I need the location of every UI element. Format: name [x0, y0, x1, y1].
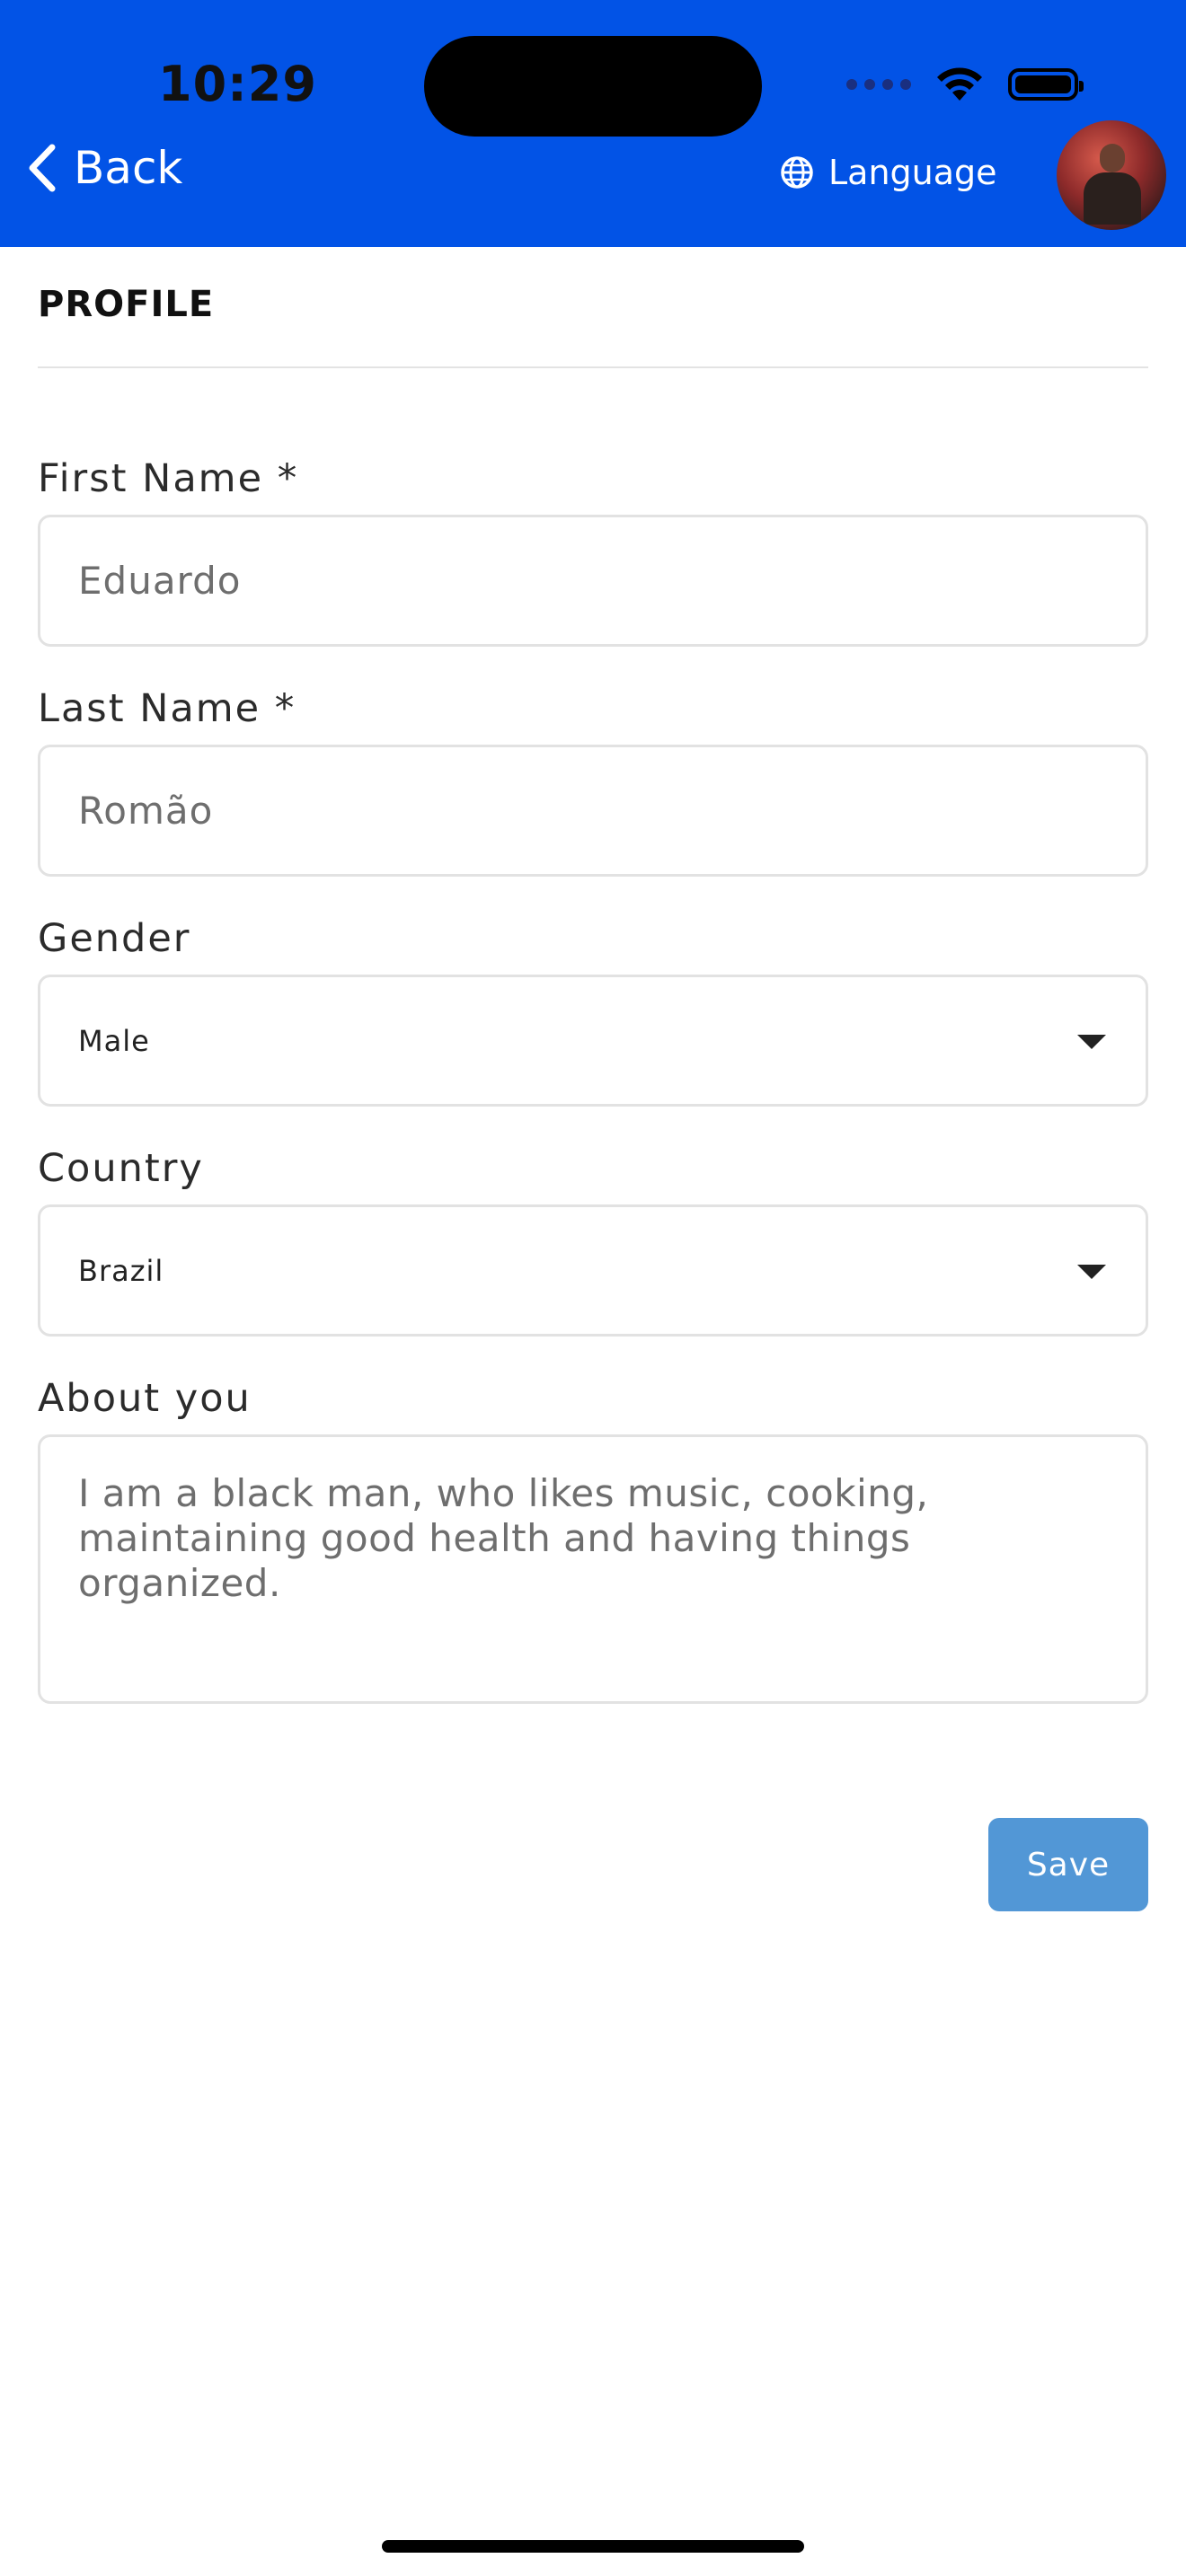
last-name-value: Romão — [78, 789, 214, 833]
home-indicator[interactable] — [382, 2540, 804, 2553]
chevron-left-icon — [29, 144, 56, 192]
section-divider — [38, 366, 1148, 368]
caret-down-icon — [1077, 1035, 1106, 1049]
save-button[interactable]: Save — [988, 1818, 1148, 1911]
gender-selected-value: Male — [78, 1023, 150, 1058]
gender-select[interactable]: Male — [38, 975, 1148, 1107]
language-button[interactable]: Language — [780, 153, 997, 192]
country-label: Country — [38, 1146, 204, 1191]
gender-label: Gender — [38, 916, 191, 961]
first-name-field[interactable]: Eduardo — [38, 515, 1148, 647]
cellular-signal-icon — [846, 79, 911, 90]
first-name-label: First Name * — [38, 456, 299, 501]
about-label: About you — [38, 1376, 252, 1421]
back-button[interactable]: Back — [27, 142, 182, 194]
status-icons — [846, 63, 1084, 106]
caret-down-icon — [1077, 1265, 1106, 1279]
dynamic-island — [424, 36, 762, 137]
last-name-field[interactable]: Romão — [38, 745, 1148, 877]
last-name-label: Last Name * — [38, 686, 296, 731]
language-label: Language — [828, 153, 997, 192]
first-name-value: Eduardo — [78, 559, 242, 603]
country-selected-value: Brazil — [78, 1253, 164, 1288]
status-time: 10:29 — [158, 56, 317, 112]
app-header: 10:29 Back Language — [0, 0, 1186, 247]
country-select[interactable]: Brazil — [38, 1204, 1148, 1337]
battery-icon — [1008, 68, 1084, 101]
about-value: I am a black man, who likes music, cooki… — [78, 1471, 929, 1605]
wifi-icon — [937, 67, 982, 101]
page-title: PROFILE — [38, 284, 215, 325]
globe-icon — [781, 156, 813, 189]
back-label: Back — [74, 142, 183, 194]
about-textarea[interactable]: I am a black man, who likes music, cooki… — [38, 1434, 1148, 1704]
avatar[interactable] — [1057, 120, 1166, 230]
